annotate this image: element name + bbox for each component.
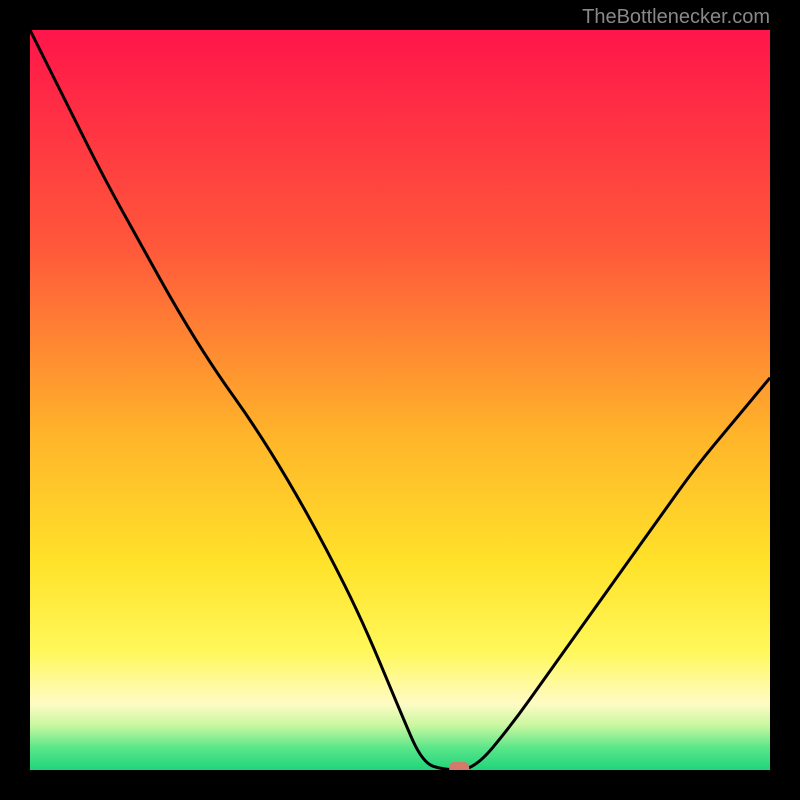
optimal-point-marker — [449, 762, 469, 770]
bottleneck-chart — [30, 30, 770, 770]
gradient-background — [30, 30, 770, 770]
plot-area — [30, 30, 770, 770]
attribution-text: TheBottlenecker.com — [582, 6, 770, 29]
chart-frame: TheBottlenecker.com — [0, 0, 800, 800]
